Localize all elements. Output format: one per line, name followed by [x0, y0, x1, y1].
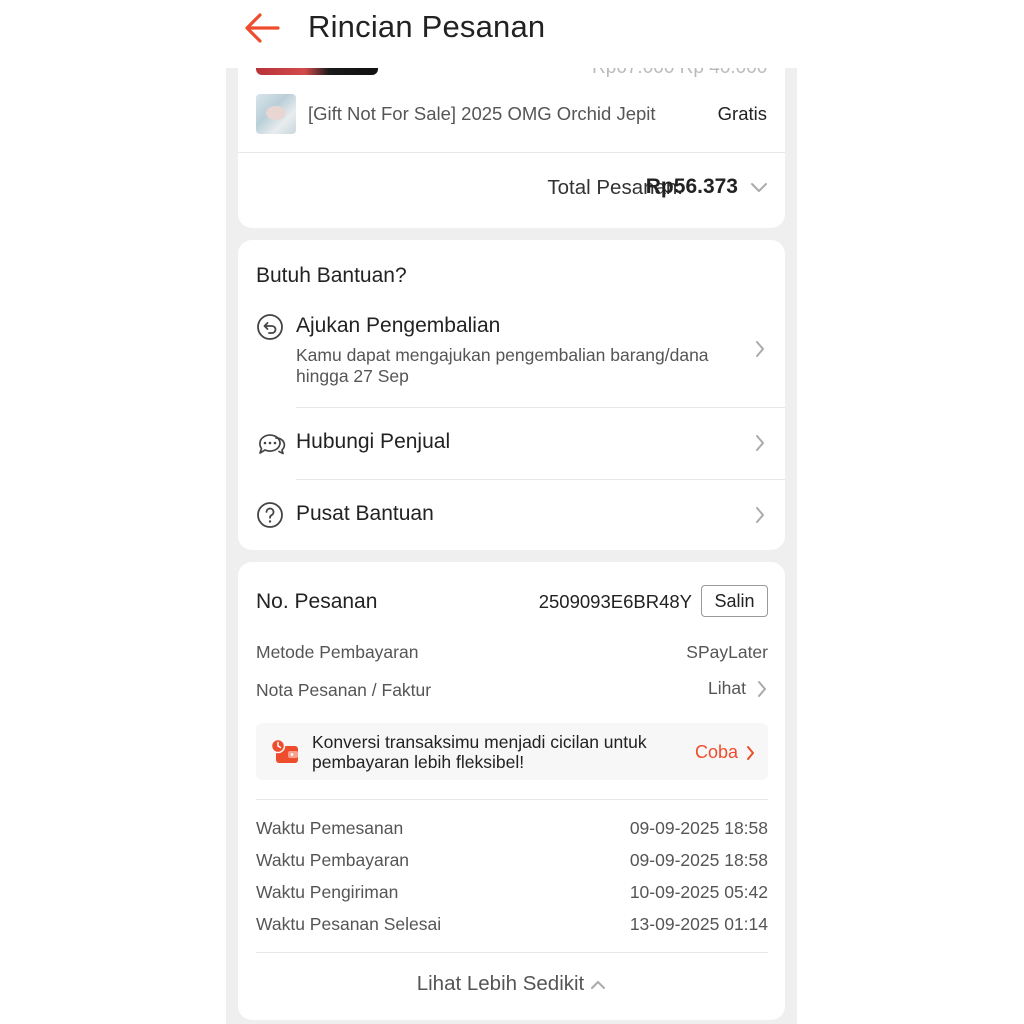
top-bar: Rincian Pesanan [0, 0, 1024, 68]
divider [256, 799, 768, 800]
chevron-right-icon [758, 681, 766, 697]
shipping-time-value: 10-09-2025 05:42 [629, 882, 768, 902]
help-center-label: Pusat Bantuan [296, 502, 434, 525]
chevron-up-icon [591, 980, 606, 989]
order-time-value: 09-09-2025 18:58 [629, 818, 768, 838]
chevron-right-icon [756, 435, 764, 451]
shipping-time-label: Waktu Pengiriman [256, 882, 399, 902]
gift-price: Gratis [717, 103, 767, 124]
payment-method-label: Metode Pembayaran [256, 642, 419, 662]
copy-button[interactable]: Salin [701, 585, 768, 617]
back-arrow-icon[interactable] [244, 10, 284, 46]
chevron-down-icon[interactable] [749, 179, 769, 195]
chevron-right-icon [756, 507, 764, 523]
order-time-label: Waktu Pemesanan [256, 818, 404, 838]
order-items-card: Rp67.000 Rp 40.000 [Gift Not For Sale] 2… [238, 40, 785, 228]
view-invoice-label: Lihat [708, 678, 746, 698]
help-card: Butuh Bantuan? Ajukan Pengembalian Kamu … [238, 240, 785, 550]
payment-time-value: 09-09-2025 18:58 [629, 850, 768, 870]
wallet-clock-icon [270, 738, 298, 763]
return-request-row[interactable]: Ajukan Pengembalian Kamu dapat mengajuka… [238, 310, 785, 408]
chat-icon [259, 434, 286, 455]
view-invoice-link[interactable]: Lihat [708, 678, 768, 700]
question-icon [257, 502, 283, 528]
page-title: Rincian Pesanan [308, 9, 546, 44]
order-info-card: No. Pesanan 2509093E6BR48Y Salin Metode … [238, 562, 785, 1020]
show-less-label: Lihat Lebih Sedikit [416, 972, 585, 995]
chevron-right-icon [756, 341, 764, 357]
promo-text: Konversi transaksimu menjadi cicilan unt… [312, 732, 647, 772]
divider [238, 152, 785, 153]
return-icon [257, 314, 283, 340]
return-description: Kamu dapat mengajukan pengembalian baran… [296, 345, 709, 386]
try-label: Coba [694, 742, 738, 762]
return-label: Ajukan Pengembalian [296, 314, 501, 337]
contact-seller-label: Hubungi Penjual [296, 430, 451, 453]
installment-promo-banner[interactable]: Konversi transaksimu menjadi cicilan unt… [256, 723, 768, 780]
gift-thumbnail[interactable] [256, 94, 296, 134]
payment-time-label: Waktu Pembayaran [256, 850, 410, 870]
phone-screen: Rp67.000 Rp 40.000 [Gift Not For Sale] 2… [226, 0, 797, 1024]
payment-method-value: SPayLater [686, 642, 768, 662]
help-title: Butuh Bantuan? [256, 264, 407, 287]
help-center-row[interactable]: Pusat Bantuan [238, 480, 785, 550]
divider [256, 952, 768, 953]
total-value: Rp56.373 [645, 175, 738, 198]
order-number-label: No. Pesanan [256, 590, 378, 613]
try-button[interactable]: Coba [695, 742, 756, 763]
invoice-label: Nota Pesanan / Faktur [256, 680, 432, 700]
completed-time-label: Waktu Pesanan Selesai [256, 914, 442, 934]
chevron-right-icon [747, 746, 754, 760]
show-less-button[interactable]: Lihat Lebih Sedikit [238, 972, 785, 996]
gift-name[interactable]: [Gift Not For Sale] 2025 OMG Orchid Jepi… [308, 103, 656, 125]
order-number: 2509093E6BR48Y [538, 591, 692, 612]
contact-seller-row[interactable]: Hubungi Penjual [238, 408, 785, 479]
completed-time-value: 13-09-2025 01:14 [629, 914, 768, 934]
